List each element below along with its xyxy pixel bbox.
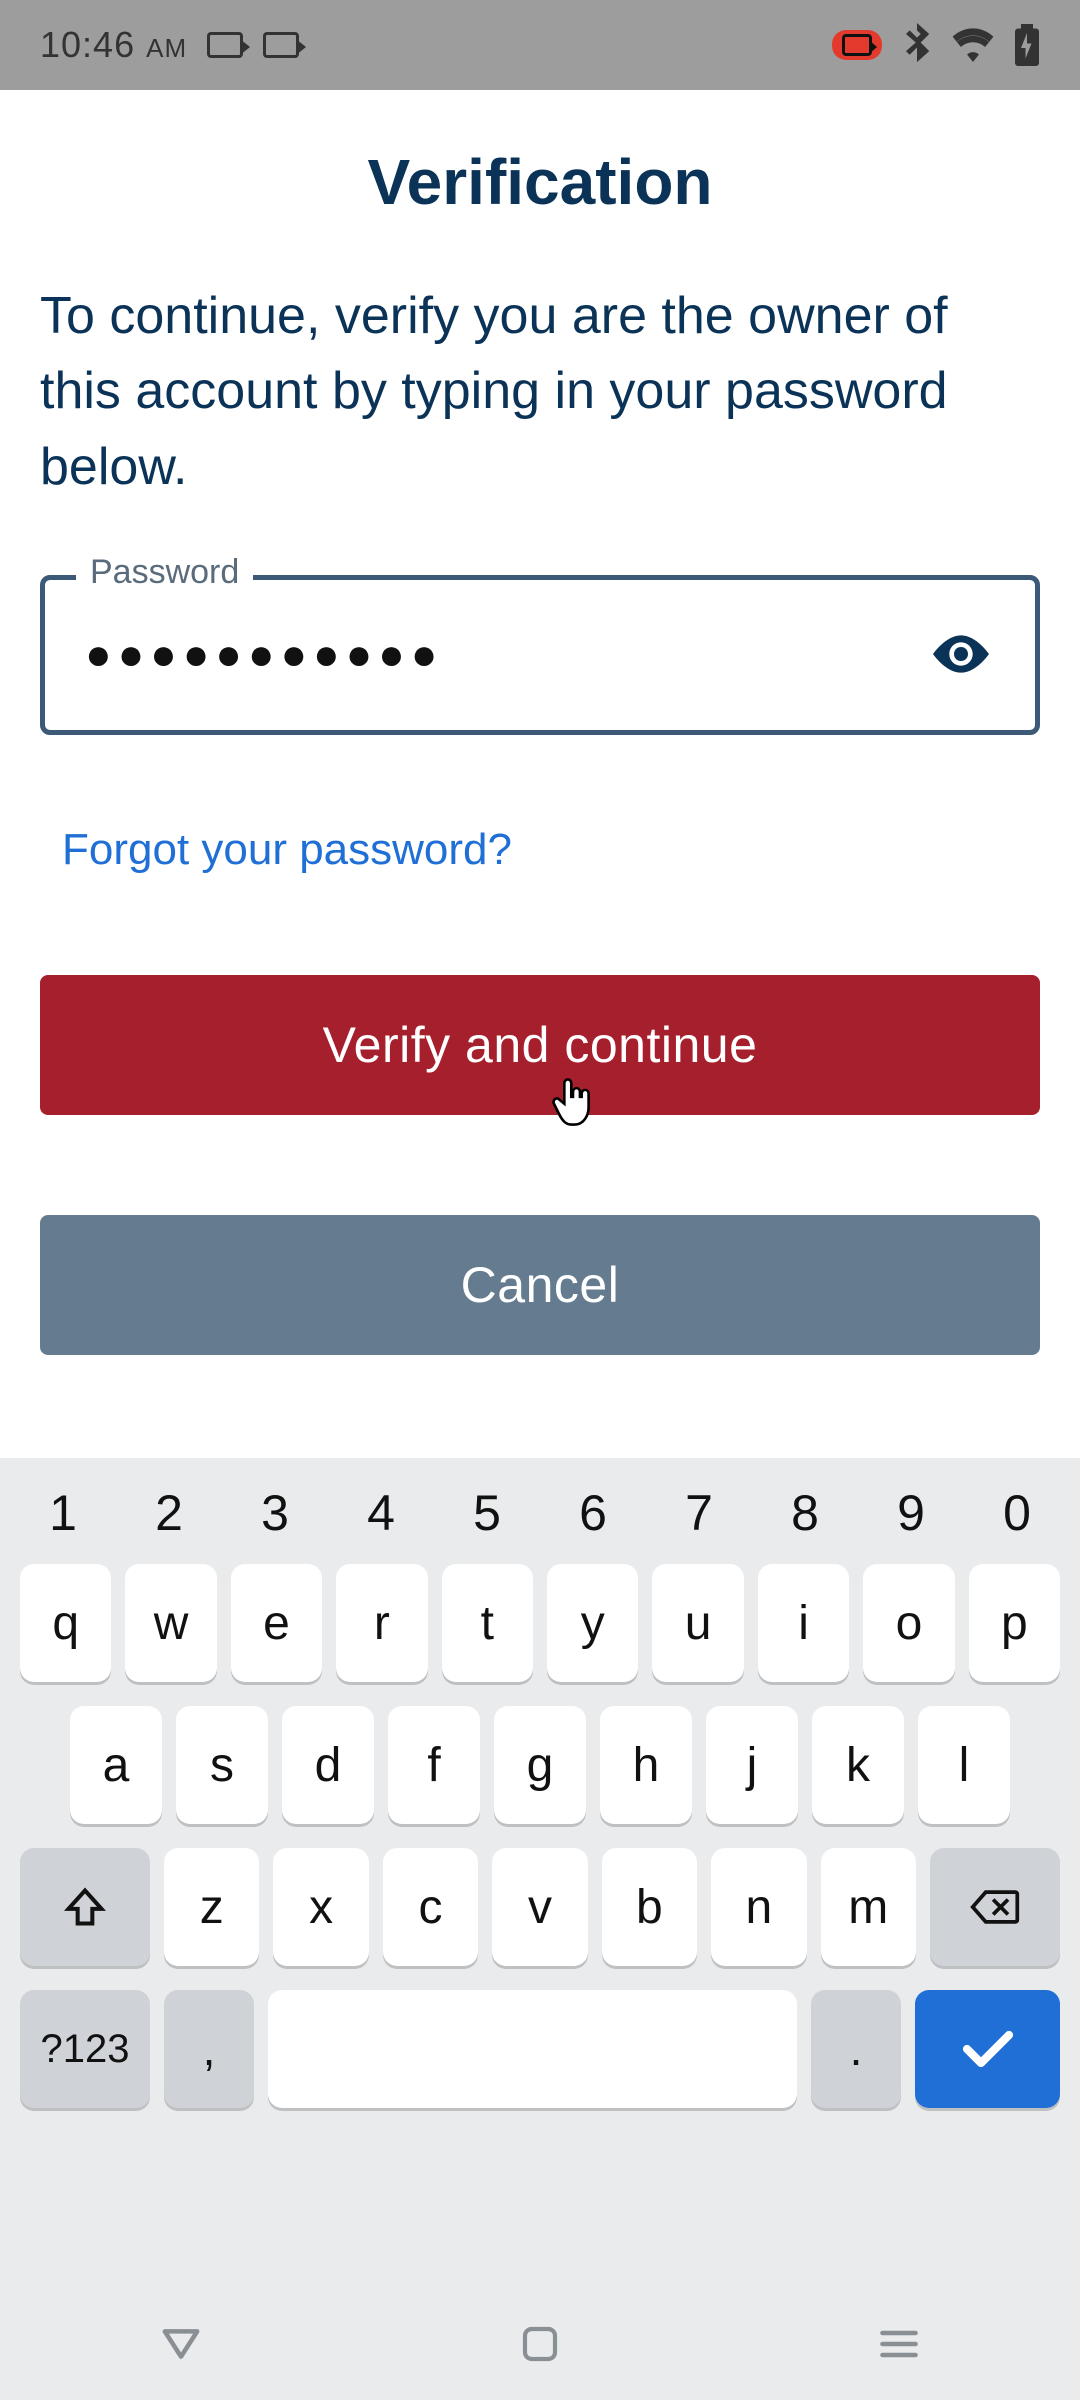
keyboard-row-2: a s d f g h j k l (0, 1694, 1080, 1836)
pointer-cursor-icon (552, 1076, 594, 1140)
camera-icon (263, 32, 299, 58)
verification-screen: Verification To continue, verify you are… (0, 90, 1080, 1355)
password-masked-value: ●●●●●●●●●●● (85, 630, 443, 680)
camera-icon (842, 34, 872, 56)
key-t[interactable]: t (442, 1564, 533, 1682)
status-right (832, 23, 1040, 67)
soft-keyboard: 1 2 3 4 5 6 7 8 9 0 q w e r t y u i o p … (0, 1458, 1080, 2400)
keyboard-row-4: ?123 , . (0, 1978, 1080, 2114)
key-e[interactable]: e (231, 1564, 322, 1682)
key-j[interactable]: j (706, 1706, 798, 1824)
hint-9: 9 (878, 1484, 944, 1542)
key-f[interactable]: f (388, 1706, 480, 1824)
key-i[interactable]: i (758, 1564, 849, 1682)
status-time-ampm: AM (146, 33, 187, 63)
key-period[interactable]: . (811, 1990, 901, 2108)
key-h[interactable]: h (600, 1706, 692, 1824)
camera-icon (207, 32, 243, 58)
key-space[interactable] (268, 1990, 797, 2108)
nav-back-icon (159, 2350, 203, 2365)
status-left: 10:46 AM (40, 24, 299, 66)
cancel-button-label: Cancel (461, 1256, 620, 1314)
hint-6: 6 (560, 1484, 626, 1542)
shift-icon (63, 1885, 107, 1929)
key-u[interactable]: u (652, 1564, 743, 1682)
key-a[interactable]: a (70, 1706, 162, 1824)
key-shift[interactable] (20, 1848, 150, 1966)
battery-charging-icon (1014, 24, 1040, 66)
key-k[interactable]: k (812, 1706, 904, 1824)
backspace-icon (969, 1887, 1021, 1927)
nav-recent-button[interactable] (847, 2317, 951, 2374)
key-enter[interactable] (915, 1990, 1060, 2108)
key-o[interactable]: o (863, 1564, 954, 1682)
key-d[interactable]: d (282, 1706, 374, 1824)
recording-icon (832, 30, 882, 60)
verify-button-label: Verify and continue (323, 1016, 758, 1074)
status-time: 10:46 AM (40, 24, 187, 66)
key-z[interactable]: z (164, 1848, 259, 1966)
key-c[interactable]: c (383, 1848, 478, 1966)
key-backspace[interactable] (930, 1848, 1060, 1966)
nav-home-icon (520, 2352, 560, 2367)
key-r[interactable]: r (336, 1564, 427, 1682)
cancel-button[interactable]: Cancel (40, 1215, 1040, 1355)
toggle-password-visibility-button[interactable] (927, 628, 995, 683)
key-m[interactable]: m (821, 1848, 916, 1966)
key-l[interactable]: l (918, 1706, 1010, 1824)
key-comma[interactable]: , (164, 1990, 254, 2108)
status-bar: 10:46 AM (0, 0, 1080, 90)
key-v[interactable]: v (492, 1848, 587, 1966)
key-n[interactable]: n (711, 1848, 806, 1966)
hint-1: 1 (30, 1484, 96, 1542)
key-q[interactable]: q (20, 1564, 111, 1682)
key-b[interactable]: b (602, 1848, 697, 1966)
password-field-wrap: Password ●●●●●●●●●●● (40, 575, 1040, 735)
key-symbols[interactable]: ?123 (20, 1990, 150, 2108)
system-navbar (0, 2290, 1080, 2400)
hint-2: 2 (136, 1484, 202, 1542)
keyboard-row-3: z x c v b n m (0, 1836, 1080, 1978)
key-w[interactable]: w (125, 1564, 216, 1682)
key-x[interactable]: x (273, 1848, 368, 1966)
bluetooth-icon (902, 23, 932, 67)
forgot-password-link[interactable]: Forgot your password? (62, 825, 512, 875)
hint-4: 4 (348, 1484, 414, 1542)
key-s[interactable]: s (176, 1706, 268, 1824)
hint-3: 3 (242, 1484, 308, 1542)
key-y[interactable]: y (547, 1564, 638, 1682)
page-title: Verification (40, 145, 1040, 219)
hint-5: 5 (454, 1484, 520, 1542)
password-label: Password (76, 553, 253, 592)
hint-0: 0 (984, 1484, 1050, 1542)
keyboard-row-1: q w e r t y u i o p (0, 1552, 1080, 1694)
verify-and-continue-button[interactable]: Verify and continue (40, 975, 1040, 1115)
nav-home-button[interactable] (490, 2314, 590, 2377)
keyboard-hint-row: 1 2 3 4 5 6 7 8 9 0 (0, 1466, 1080, 1552)
key-p[interactable]: p (969, 1564, 1060, 1682)
status-time-hhmm: 10:46 (40, 24, 135, 65)
check-icon (960, 2027, 1016, 2071)
hint-7: 7 (666, 1484, 732, 1542)
page-subtitle: To continue, verify you are the owner of… (40, 279, 1040, 505)
nav-back-button[interactable] (129, 2316, 233, 2375)
hint-8: 8 (772, 1484, 838, 1542)
key-g[interactable]: g (494, 1706, 586, 1824)
wifi-icon (952, 28, 994, 62)
password-input[interactable]: ●●●●●●●●●●● (40, 575, 1040, 735)
eye-icon (933, 662, 989, 677)
nav-recent-icon (877, 2349, 921, 2364)
